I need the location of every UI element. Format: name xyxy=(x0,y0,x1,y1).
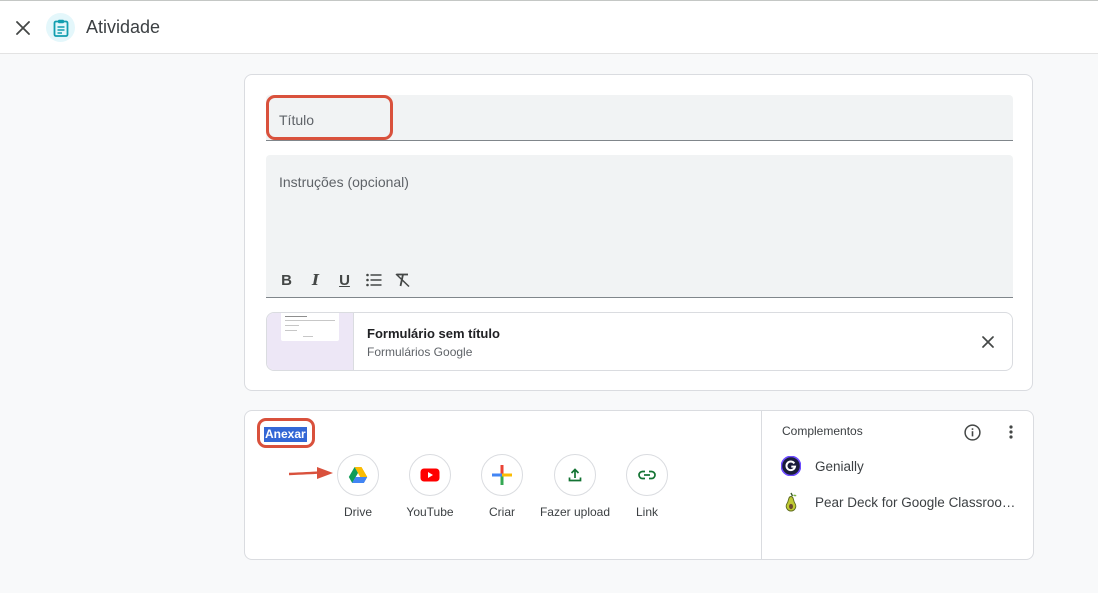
upload-icon xyxy=(568,468,582,482)
attach-create-label: Criar xyxy=(489,505,515,519)
youtube-icon xyxy=(420,468,440,482)
addon-genially[interactable]: Genially xyxy=(780,454,864,478)
italic-button[interactable]: I xyxy=(301,267,330,293)
attach-drive-label: Drive xyxy=(343,505,372,519)
create-plus-icon xyxy=(492,465,512,485)
attach-create-button[interactable]: Criar xyxy=(466,454,538,520)
bulleted-list-button[interactable] xyxy=(359,267,388,293)
attach-link-button[interactable]: Link xyxy=(611,454,683,520)
addons-title: Complementos xyxy=(782,424,863,438)
attach-youtube-label: YouTube xyxy=(406,505,454,519)
page-title: Atividade xyxy=(86,17,161,37)
assignment-form-card: B I U xyxy=(244,74,1033,391)
genially-icon xyxy=(781,456,801,476)
remove-attachment-button[interactable] xyxy=(976,330,1000,354)
attach-drive-button[interactable]: Drive xyxy=(322,454,394,520)
info-icon xyxy=(963,423,981,441)
clear-format-icon xyxy=(394,273,410,287)
more-vert-icon xyxy=(1009,425,1013,439)
addons-info-button[interactable] xyxy=(961,421,983,443)
attach-link-label: Link xyxy=(635,505,658,519)
attachment-subtitle: Formulários Google xyxy=(367,345,473,359)
attached-form-item[interactable]: Formulário sem título Formulários Google xyxy=(266,312,1013,371)
title-field[interactable] xyxy=(266,95,1013,141)
underline-button[interactable]: U xyxy=(330,267,359,293)
close-icon xyxy=(16,21,30,35)
attach-upload-label: Fazer upload xyxy=(539,505,611,519)
instructions-field[interactable]: B I U xyxy=(266,155,1013,298)
attachment-title: Formulário sem título xyxy=(367,326,500,341)
addon-genially-label: Genially xyxy=(815,458,864,474)
assignment-icon xyxy=(46,13,75,42)
instructions-input[interactable] xyxy=(266,155,1013,265)
form-thumbnail xyxy=(267,313,354,370)
pear-deck-icon xyxy=(785,492,797,512)
addon-pear-deck-label: Pear Deck for Google Classroo… xyxy=(815,494,1016,510)
link-icon xyxy=(638,470,656,480)
addons-more-button[interactable] xyxy=(1000,421,1022,443)
format-toolbar: B I U xyxy=(272,267,417,293)
clear-format-button[interactable] xyxy=(388,267,417,293)
attach-label: Anexar xyxy=(264,427,307,442)
attach-youtube-button[interactable]: YouTube xyxy=(394,454,466,520)
close-icon xyxy=(982,336,994,348)
top-bar: Atividade xyxy=(0,0,1098,54)
attach-card: Anexar Drive YouTube Criar Fazer upload … xyxy=(244,410,1034,560)
vertical-divider xyxy=(761,411,762,559)
attach-upload-button[interactable]: Fazer upload xyxy=(539,454,611,520)
close-button[interactable] xyxy=(9,14,37,42)
addon-pear-deck[interactable]: Pear Deck for Google Classroo… xyxy=(780,490,1015,514)
bulleted-list-icon xyxy=(365,273,381,287)
google-drive-icon xyxy=(348,467,368,483)
title-input[interactable] xyxy=(266,95,1013,140)
bold-button[interactable]: B xyxy=(272,267,301,293)
